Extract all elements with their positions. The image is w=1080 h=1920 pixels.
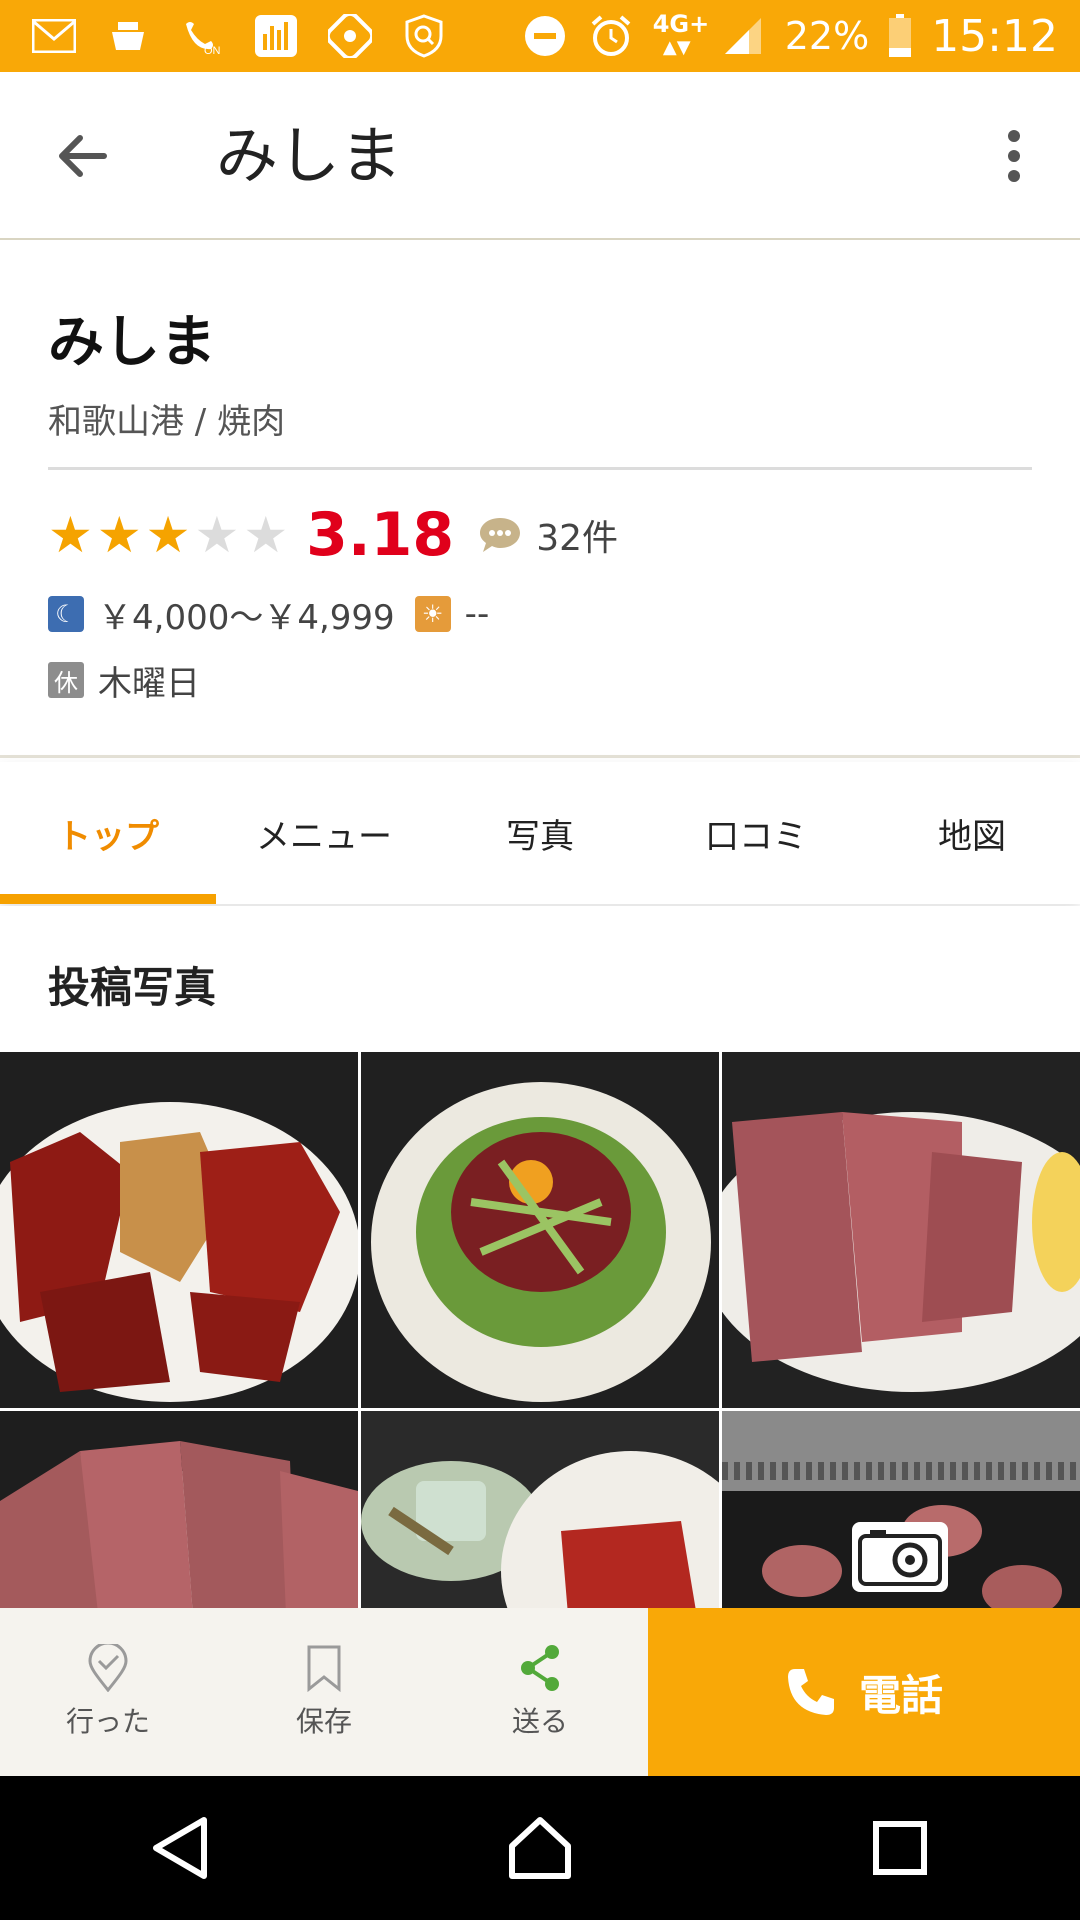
- tab-menu[interactable]: メニュー: [216, 762, 432, 904]
- tab-photos[interactable]: 写真: [432, 762, 648, 904]
- triangle-back-icon: [153, 1817, 207, 1879]
- save-label: 保存: [295, 1705, 352, 1738]
- share-button[interactable]: 送る: [432, 1608, 648, 1776]
- shop-info: みしま 和歌山港 / 焼肉 ★ ★ ★ ★ ★ 3.18 32件 ☾ ￥4,000～￥4…: [0, 242, 1080, 758]
- star-icon: ★: [96, 506, 142, 564]
- share-icon: [521, 1645, 559, 1691]
- speech-bubble-icon: [478, 515, 522, 555]
- price-row: ☾ ￥4,000～￥4,999 ☀ --: [48, 584, 509, 644]
- status-bar: ON 4G+ ▲▼ 22% 15:12: [0, 0, 1080, 72]
- tab-map[interactable]: 地図: [864, 762, 1080, 904]
- tab-bar: トップ メニュー 写真 口コミ 地図: [0, 762, 1080, 904]
- sync-app-icon: [326, 14, 374, 58]
- chart-app-icon: [252, 14, 300, 58]
- phone-icon: [787, 1669, 834, 1715]
- call-button[interactable]: 電話: [648, 1608, 1080, 1776]
- network-type: 4G+ ▲▼: [652, 10, 710, 58]
- holiday-badge: 休: [48, 662, 84, 698]
- holiday-row: 休 木曜日: [48, 650, 200, 710]
- photo-sliced-tongue-plate[interactable]: [0, 1411, 358, 1608]
- moon-icon: ☾: [48, 596, 84, 632]
- camera-button[interactable]: [852, 1522, 948, 1592]
- lunch-price: --: [464, 594, 490, 634]
- review-count: 32件: [536, 518, 618, 559]
- sun-icon: ☀: [414, 596, 451, 632]
- star-rating: ★ ★ ★ ★ ★: [48, 510, 288, 560]
- photo-side-dishes-and-meat[interactable]: [361, 1411, 719, 1608]
- app-bar-title: みしま: [216, 119, 403, 192]
- shop-area-genre: 和歌山港 / 焼肉: [48, 402, 286, 442]
- went-button[interactable]: 行った: [0, 1608, 216, 1776]
- nav-recents-button[interactable]: [840, 1788, 960, 1908]
- rating-row[interactable]: ★ ★ ★ ★ ★ 3.18 32件: [48, 500, 618, 570]
- battery-percent: 22%: [784, 14, 870, 58]
- posted-photos-section: 投稿写真: [0, 906, 1080, 1608]
- arrow-left-icon: [59, 135, 107, 177]
- clock: 15:12: [931, 10, 1058, 62]
- star-icon: ★: [194, 506, 240, 564]
- star-icon: ★: [243, 506, 289, 564]
- battery-icon: [887, 14, 913, 58]
- bottom-action-bar: 行った 保存 送る 電話: [0, 1608, 1080, 1776]
- tab-top[interactable]: トップ: [0, 762, 216, 904]
- wifi-call-icon: ON: [178, 14, 226, 58]
- holiday-text: 木曜日: [98, 663, 200, 704]
- signal-icon: [719, 14, 767, 58]
- bookmark-icon: [307, 1645, 341, 1692]
- mail-icon: [30, 14, 78, 58]
- nav-back-button[interactable]: [120, 1788, 240, 1908]
- save-button[interactable]: 保存: [216, 1608, 432, 1776]
- square-recents-icon: [873, 1821, 927, 1875]
- app-bar: みしま: [0, 72, 1080, 240]
- location-check-icon: [88, 1644, 128, 1692]
- photo-beef-tongue-with-lemon[interactable]: [722, 1052, 1080, 1408]
- svg-text:ON: ON: [204, 45, 221, 56]
- star-icon: ★: [48, 506, 93, 564]
- photo-grilled-meat-plate[interactable]: [0, 1052, 358, 1408]
- went-label: 行った: [65, 1705, 150, 1738]
- tab-reviews[interactable]: 口コミ: [648, 762, 864, 904]
- more-vert-icon: [1008, 130, 1020, 182]
- photo-meat-salad-with-egg[interactable]: [361, 1052, 719, 1408]
- section-title: 投稿写真: [48, 963, 217, 1012]
- rating-score: 3.18: [306, 500, 455, 570]
- share-label: 送る: [511, 1705, 568, 1738]
- cloud-download-icon: [104, 14, 152, 58]
- dinner-price: ￥4,000～￥4,999: [98, 597, 395, 638]
- call-label: 電話: [858, 1670, 943, 1720]
- do-not-disturb-icon: [521, 14, 569, 58]
- home-icon: [509, 1817, 571, 1879]
- star-icon: ★: [145, 506, 191, 564]
- back-button[interactable]: [42, 116, 122, 196]
- nav-home-button[interactable]: [480, 1788, 600, 1908]
- shield-icon: [400, 14, 448, 58]
- shop-name: みしま: [48, 310, 216, 375]
- alarm-icon: [587, 14, 635, 58]
- more-options-button[interactable]: [978, 116, 1050, 196]
- camera-icon: [858, 1530, 942, 1586]
- system-nav-bar: [0, 1776, 1080, 1920]
- divider: [48, 467, 1032, 470]
